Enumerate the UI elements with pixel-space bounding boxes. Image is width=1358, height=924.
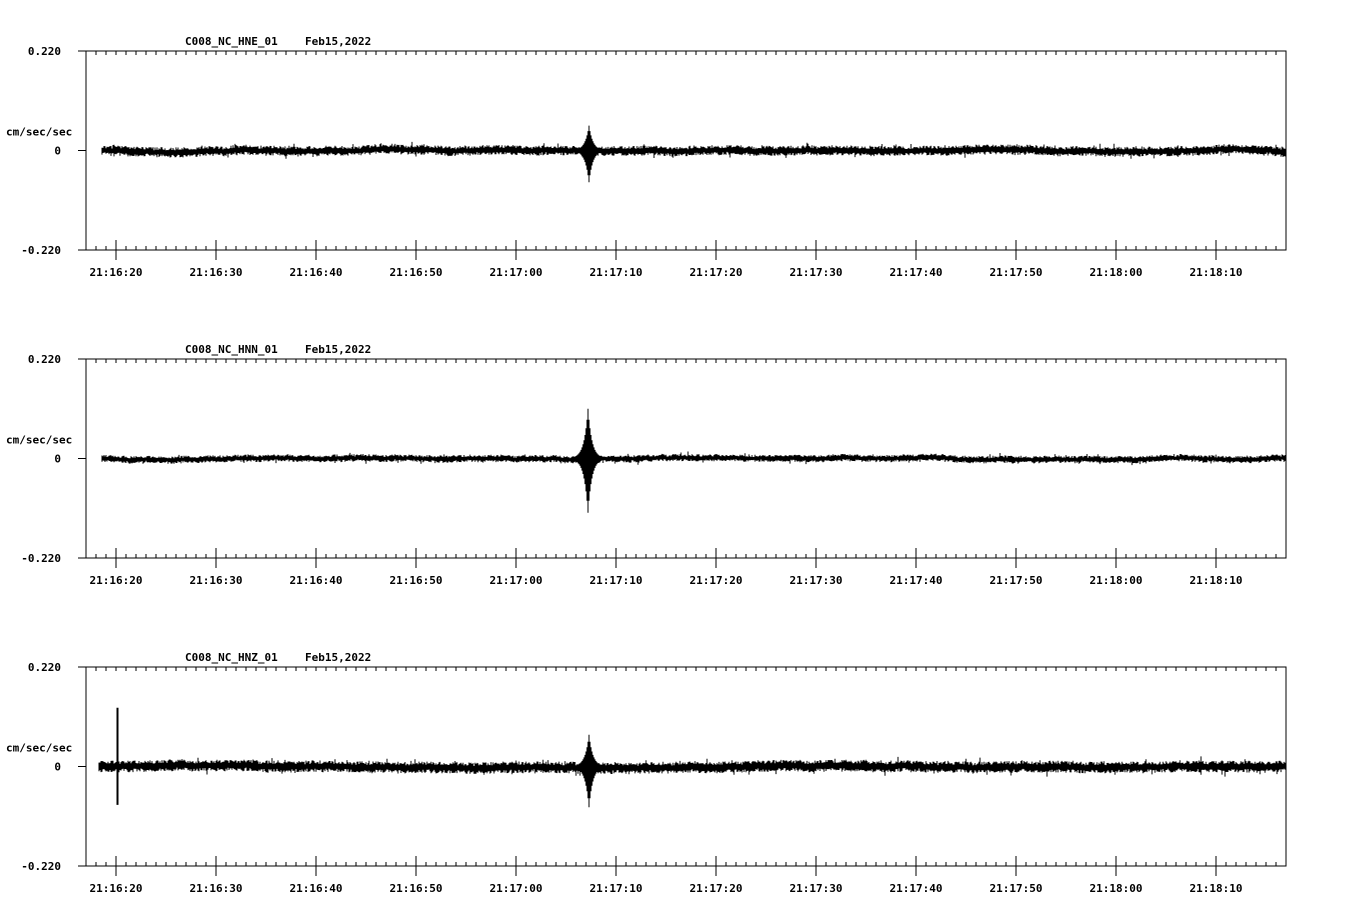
panel-2: C008_NC_HNN_01 Feb15,2022 0.220 0 -0.220 cm/s… <box>6 343 1287 587</box>
y-axis-label: cm/sec/sec <box>6 126 72 139</box>
y-tick-label-top: 0.220 <box>28 45 61 58</box>
x-tick-label: 21:17:40 <box>890 266 943 279</box>
x-tick-label: 21:18:10 <box>1190 574 1243 587</box>
y-tick-label-top: 0.220 <box>28 661 61 674</box>
x-tick-label: 21:16:40 <box>290 266 343 279</box>
x-tick-label: 21:17:20 <box>690 266 743 279</box>
x-tick-label: 21:18:00 <box>1090 266 1143 279</box>
x-tick-label: 21:17:00 <box>490 882 543 895</box>
x-tick-label: 21:17:40 <box>890 882 943 895</box>
x-tick-label: 21:17:40 <box>890 574 943 587</box>
y-tick-label-bottom: -0.220 <box>21 244 61 257</box>
y-tick-label-zero: 0 <box>54 145 61 158</box>
x-tick-label: 21:17:10 <box>590 882 643 895</box>
y-tick-label-zero: 0 <box>54 761 61 774</box>
y-axis-label: cm/sec/sec <box>6 742 72 755</box>
y-tick-label-bottom: -0.220 <box>21 860 61 873</box>
panel-date: Feb15,2022 <box>305 35 371 48</box>
panel-date: Feb15,2022 <box>305 343 371 356</box>
panel-title: C008_NC_HNZ_01 <box>185 651 278 664</box>
x-tick-label: 21:17:00 <box>490 574 543 587</box>
x-tick-label: 21:16:30 <box>190 882 243 895</box>
x-tick-label: 21:17:00 <box>490 266 543 279</box>
x-tick-label: 21:16:50 <box>390 882 443 895</box>
y-tick-label-zero: 0 <box>54 453 61 466</box>
x-tick-label: 21:17:20 <box>690 574 743 587</box>
x-tick-label: 21:16:40 <box>290 574 343 587</box>
x-tick-label: 21:16:30 <box>190 574 243 587</box>
panel-3: C008_NC_HNZ_01 Feb15,2022 0.220 0 -0.220 cm/s… <box>6 651 1287 895</box>
x-tick-label: 21:16:50 <box>390 574 443 587</box>
y-axis-label: cm/sec/sec <box>6 434 72 447</box>
x-tick-label: 21:18:10 <box>1190 266 1243 279</box>
x-tick-label: 21:18:10 <box>1190 882 1243 895</box>
x-tick-label: 21:18:00 <box>1090 574 1143 587</box>
x-tick-label: 21:16:20 <box>90 266 143 279</box>
waveform-trace <box>101 408 1287 513</box>
x-tick-label: 21:17:30 <box>790 882 843 895</box>
waveform-trace <box>101 125 1287 183</box>
panel-title: C008_NC_HNN_01 <box>185 343 278 356</box>
x-tick-label: 21:18:00 <box>1090 882 1143 895</box>
panel-1: C008_NC_HNE_01 Feb15,2022 0.220 0 -0.220 cm/s… <box>6 35 1287 279</box>
panel-title: C008_NC_HNE_01 <box>185 35 278 48</box>
x-tick-label: 21:17:30 <box>790 266 843 279</box>
x-tick-label: 21:16:20 <box>90 882 143 895</box>
y-tick-label-top: 0.220 <box>28 353 61 366</box>
x-tick-label: 21:17:10 <box>590 266 643 279</box>
x-tick-label: 21:16:30 <box>190 266 243 279</box>
x-tick-label: 21:17:50 <box>990 266 1043 279</box>
x-tick-label: 21:17:30 <box>790 574 843 587</box>
x-tick-label: 21:16:50 <box>390 266 443 279</box>
x-tick-label: 21:17:10 <box>590 574 643 587</box>
panel-date: Feb15,2022 <box>305 651 371 664</box>
x-tick-label: 21:16:40 <box>290 882 343 895</box>
x-tick-label: 21:16:20 <box>90 574 143 587</box>
seismogram-figure: C008_NC_HNE_01 Feb15,2022 0.220 0 -0.220 cm/s… <box>6 35 1287 895</box>
waveform-trace <box>98 707 1287 808</box>
x-tick-label: 21:17:50 <box>990 882 1043 895</box>
x-tick-label: 21:17:20 <box>690 882 743 895</box>
y-tick-label-bottom: -0.220 <box>21 552 61 565</box>
x-tick-label: 21:17:50 <box>990 574 1043 587</box>
